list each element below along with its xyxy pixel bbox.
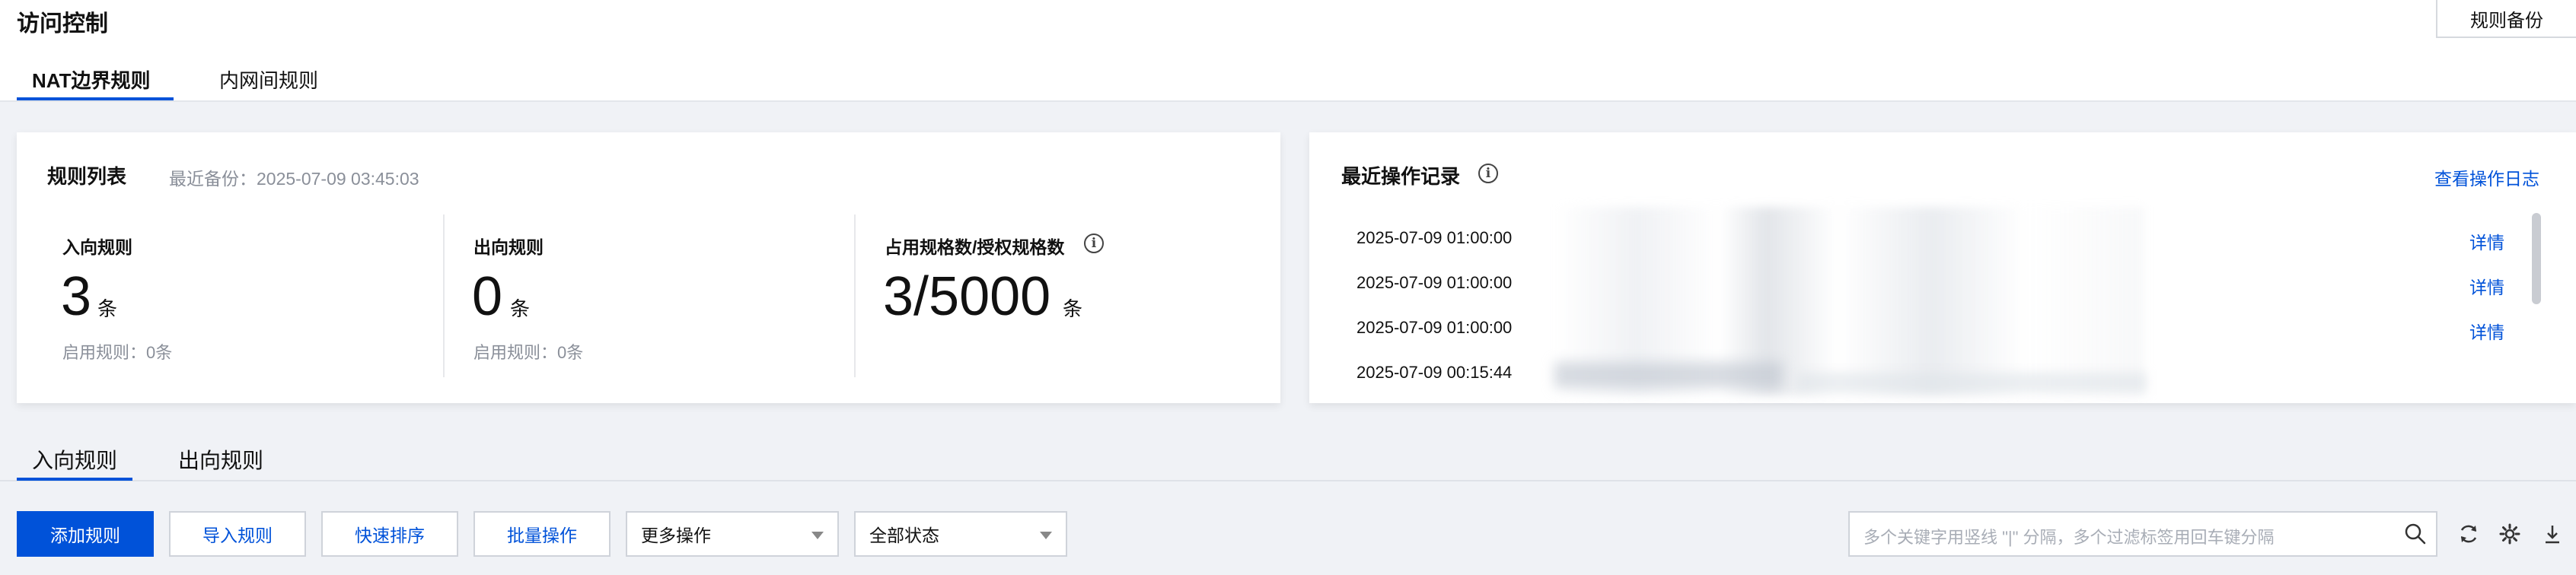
tab-outbound-rules[interactable]: 出向规则 xyxy=(178,444,263,475)
gear-icon[interactable] xyxy=(2497,521,2523,547)
status-filter-label: 全部状态 xyxy=(869,526,939,545)
more-operations-label: 更多操作 xyxy=(641,526,711,545)
tab-nat-boundary-rules[interactable]: NAT边界规则 xyxy=(32,65,151,94)
tab-internal-rules[interactable]: 内网间规则 xyxy=(219,65,318,94)
chevron-down-icon xyxy=(811,532,824,539)
outbound-enabled-rules: 启用规则：0条 xyxy=(473,343,584,362)
info-icon[interactable]: i xyxy=(1478,164,1498,183)
batch-operation-button[interactable]: 批量操作 xyxy=(473,511,611,557)
log-detail-link[interactable]: 详情 xyxy=(2469,228,2504,254)
inbound-enabled-rules: 启用规则：0条 xyxy=(62,343,173,362)
tab-inbound-rules[interactable]: 入向规则 xyxy=(32,444,117,475)
log-scrollbar[interactable] xyxy=(2532,213,2541,304)
download-icon[interactable] xyxy=(2539,521,2565,547)
log-entry-time: 2025-07-09 01:00:00 xyxy=(1357,273,1513,292)
inbound-rules-unit: 条 xyxy=(97,297,118,320)
log-detail-link[interactable]: 详情 xyxy=(2469,318,2504,344)
chevron-down-icon xyxy=(1040,532,1052,539)
header-divider xyxy=(0,100,2576,102)
stat-divider xyxy=(443,214,445,377)
inbound-rules-label: 入向规则 xyxy=(62,237,132,257)
log-detail-link[interactable]: 详情 xyxy=(2469,273,2504,299)
import-rules-button[interactable]: 导入规则 xyxy=(169,511,306,557)
view-operation-log-link[interactable]: 查看操作日志 xyxy=(2434,164,2539,190)
status-filter-select[interactable]: 全部状态 xyxy=(854,511,1067,557)
active-tab-indicator xyxy=(17,97,174,100)
log-entry-time: 2025-07-09 00:15:44 xyxy=(1357,363,1513,382)
quick-sort-button[interactable]: 快速排序 xyxy=(321,511,458,557)
active-sub-tab-indicator xyxy=(17,478,132,481)
stat-divider xyxy=(854,214,856,377)
spec-usage-value: 3/5000 xyxy=(883,266,1051,327)
last-backup-time: 最近备份：2025-07-09 03:45:03 xyxy=(169,169,419,189)
spec-usage-label: 占用规格数/授权规格数 xyxy=(885,237,1065,257)
info-icon[interactable]: i xyxy=(1084,233,1104,253)
recent-operations-title: 最近操作记录 xyxy=(1341,165,1461,188)
rule-backup-button[interactable]: 规则备份 xyxy=(2436,0,2576,38)
log-entry-time: 2025-07-09 01:00:00 xyxy=(1357,318,1513,337)
outbound-rules-count: 0 xyxy=(472,266,503,327)
page-title: 访问控制 xyxy=(17,11,108,37)
header xyxy=(0,0,2576,102)
redacted-log-content xyxy=(1554,362,1783,388)
search-icon[interactable] xyxy=(2402,521,2428,547)
redacted-log-content xyxy=(1797,373,2147,392)
add-rule-button[interactable]: 添加规则 xyxy=(17,511,154,557)
search-placeholder: 多个关键字用竖线 "|" 分隔，多个过滤标签用回车键分隔 xyxy=(1863,528,2275,547)
log-entry-time: 2025-07-09 01:00:00 xyxy=(1357,228,1513,247)
sub-tab-divider xyxy=(0,480,2576,481)
outbound-rules-label: 出向规则 xyxy=(473,237,544,257)
rule-list-title: 规则列表 xyxy=(47,165,127,188)
refresh-icon[interactable] xyxy=(2456,521,2482,547)
outbound-rules-unit: 条 xyxy=(510,297,531,320)
more-operations-select[interactable]: 更多操作 xyxy=(626,511,839,557)
inbound-rules-count: 3 xyxy=(61,266,92,327)
spec-usage-unit: 条 xyxy=(1063,297,1083,320)
